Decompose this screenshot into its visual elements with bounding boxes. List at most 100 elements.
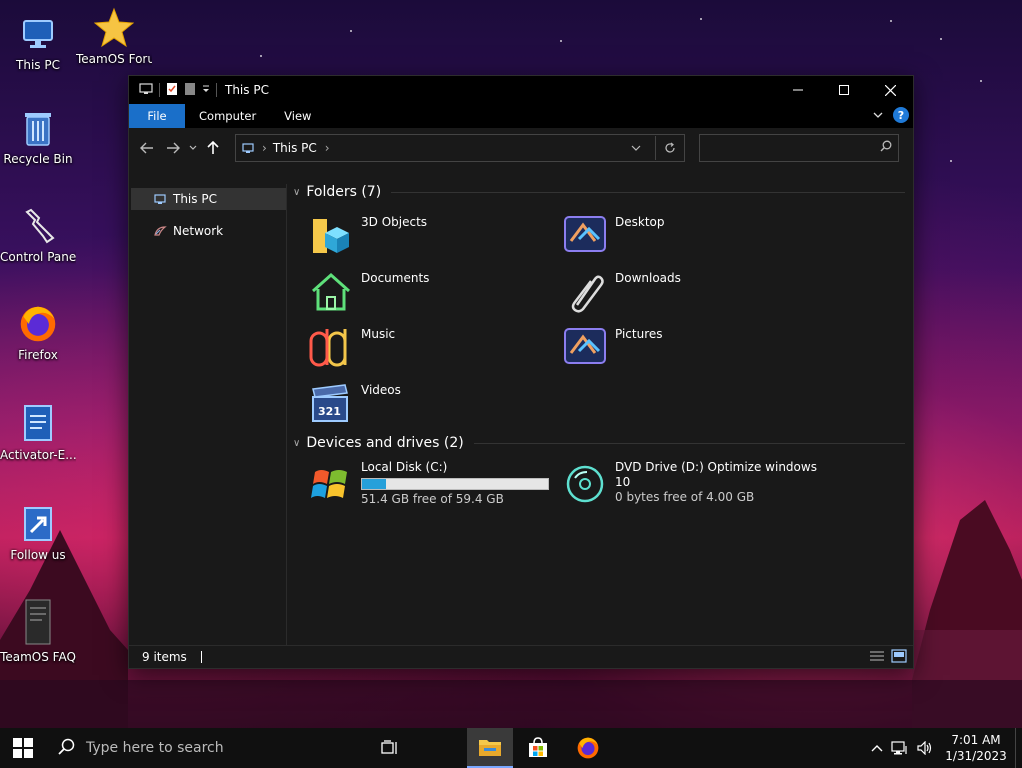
store-bag-icon xyxy=(529,737,547,757)
desktop-icon-activator[interactable]: Activator-E... xyxy=(0,404,76,463)
quick-access-toolbar xyxy=(129,82,217,99)
drive-free-space: 51.4 GB free of 59.4 GB xyxy=(361,492,504,506)
drive-usage-bar xyxy=(361,478,549,490)
window-title: This PC xyxy=(225,83,269,97)
group-title: Folders (7) xyxy=(306,184,382,200)
breadcrumb-this-pc[interactable]: This PC xyxy=(273,141,317,155)
devices-group-header[interactable]: ∨ Devices and drives (2) xyxy=(293,435,905,451)
search-icon[interactable] xyxy=(880,140,892,155)
group-title: Devices and drives (2) xyxy=(306,435,464,451)
search-box[interactable] xyxy=(699,134,899,162)
folder-documents[interactable]: Documents xyxy=(307,267,547,317)
tab-view[interactable]: View xyxy=(270,104,325,128)
show-hidden-icons-icon[interactable] xyxy=(871,744,883,752)
large-icons-view-icon[interactable] xyxy=(891,649,907,666)
details-view-icon[interactable] xyxy=(869,649,885,666)
breadcrumb-separator-icon[interactable]: › xyxy=(262,141,267,155)
dvd-disc-icon xyxy=(561,460,609,508)
desktop-icon-label: Follow us xyxy=(10,548,66,562)
help-button[interactable]: ? xyxy=(893,107,909,123)
monitor-icon xyxy=(18,14,58,54)
firefox-icon xyxy=(18,304,58,344)
desktop-icon-this-pc[interactable]: This PC xyxy=(0,14,76,73)
new-folder-icon[interactable] xyxy=(184,82,196,99)
close-button[interactable] xyxy=(867,76,913,104)
item-count: 9 items xyxy=(142,650,187,664)
folder-desktop[interactable]: Desktop xyxy=(561,211,801,261)
minimize-button[interactable] xyxy=(775,76,821,104)
folder-name: 3D Objects xyxy=(361,215,428,229)
folder-pictures[interactable]: Pictures xyxy=(561,323,801,373)
taskbar-file-explorer[interactable] xyxy=(467,728,513,768)
desktop-icon-control-panel[interactable]: Control Panel xyxy=(0,206,76,265)
collapse-chevron-icon[interactable]: ∨ xyxy=(293,187,300,198)
show-desktop-button[interactable] xyxy=(1015,728,1022,768)
drive-name-continued: 10 xyxy=(615,475,631,489)
desktop-icon-teamos-faq[interactable]: TeamOS FAQ xyxy=(0,598,76,665)
document-icon xyxy=(18,404,58,444)
refresh-icon[interactable] xyxy=(664,142,676,154)
folder-name: Music xyxy=(361,327,396,341)
drive-usage-fill xyxy=(362,479,387,489)
collapse-chevron-icon[interactable]: ∨ xyxy=(293,438,300,449)
taskbar-clock[interactable]: 7:01 AM 1/31/2023 xyxy=(941,732,1011,764)
music-icon xyxy=(307,323,355,371)
taskbar-microsoft-store[interactable] xyxy=(515,728,561,768)
desktop-icon-firefox[interactable]: Firefox xyxy=(0,304,76,363)
back-button[interactable] xyxy=(134,135,160,161)
search-input[interactable] xyxy=(704,135,878,161)
up-button[interactable] xyxy=(200,135,226,161)
title-bar: This PC xyxy=(129,76,913,104)
network-status-icon[interactable] xyxy=(891,740,909,756)
desktop-icon-teamos-forum[interactable]: TeamOS Forum H xyxy=(76,7,152,67)
folder-name: Downloads xyxy=(615,271,681,285)
expand-ribbon-icon[interactable] xyxy=(873,108,883,122)
desktop-icon-follow-us[interactable]: Follow us xyxy=(0,504,76,563)
maximize-button[interactable] xyxy=(821,76,867,104)
divider xyxy=(473,442,905,444)
3d-objects-icon xyxy=(307,211,355,259)
tab-computer[interactable]: Computer xyxy=(185,104,270,128)
desktop-icon-label: Control Panel xyxy=(0,250,76,264)
taskbar-firefox[interactable] xyxy=(565,728,611,768)
folders-group-header[interactable]: ∨ Folders (7) xyxy=(293,184,905,200)
folder-music[interactable]: Music xyxy=(307,323,547,373)
file-explorer-window: This PC File Computer View ? › This PC › xyxy=(128,75,914,669)
address-dropdown-icon[interactable] xyxy=(631,145,641,151)
start-button[interactable] xyxy=(0,728,46,768)
svg-text:321: 321 xyxy=(318,405,341,418)
task-view-button[interactable] xyxy=(367,728,413,768)
desktop-icon-label: TeamOS FAQ xyxy=(0,650,76,664)
clock-time: 7:01 AM xyxy=(951,733,1001,747)
address-bar[interactable]: › This PC › xyxy=(235,134,685,162)
taskbar-search-box[interactable]: Type here to search xyxy=(46,728,356,768)
system-tray: 7:01 AM 1/31/2023 xyxy=(871,728,1022,768)
properties-icon[interactable] xyxy=(166,82,178,99)
customize-dropdown-icon[interactable] xyxy=(202,83,210,97)
breadcrumb-separator-icon[interactable]: › xyxy=(325,141,330,155)
folder-videos[interactable]: 321 Videos xyxy=(307,379,547,429)
pictures-icon xyxy=(561,323,609,371)
task-view-icon xyxy=(381,740,397,754)
desktop-icon-label: Activator-E... xyxy=(0,448,76,462)
drive-dvd-d[interactable]: DVD Drive (D:) Optimize windows 10 0 byt… xyxy=(561,460,861,510)
computer-icon xyxy=(242,142,254,154)
tab-file[interactable]: File xyxy=(129,104,185,128)
drive-free-space: 0 bytes free of 4.00 GB xyxy=(615,490,755,504)
computer-icon[interactable] xyxy=(139,82,153,98)
desktop-icon-label: Recycle Bin xyxy=(3,152,73,166)
windows-drive-icon xyxy=(307,460,355,508)
windows-logo-icon xyxy=(13,738,33,758)
folder-downloads[interactable]: Downloads xyxy=(561,267,801,317)
sidebar-item-network[interactable]: Network xyxy=(129,220,286,242)
desktop-icon-recycle-bin[interactable]: Recycle Bin xyxy=(0,108,76,167)
folder-3d-objects[interactable]: 3D Objects xyxy=(307,211,547,261)
desktop-icon-label: This PC xyxy=(16,58,60,72)
sidebar-item-this-pc[interactable]: This PC xyxy=(131,188,286,210)
forward-button[interactable] xyxy=(160,135,186,161)
status-bar: 9 items xyxy=(129,645,913,668)
recent-locations-button[interactable] xyxy=(186,135,200,161)
volume-icon[interactable] xyxy=(917,741,933,755)
drive-local-disk-c[interactable]: Local Disk (C:) 51.4 GB free of 59.4 GB xyxy=(307,460,557,510)
separator xyxy=(655,136,656,160)
